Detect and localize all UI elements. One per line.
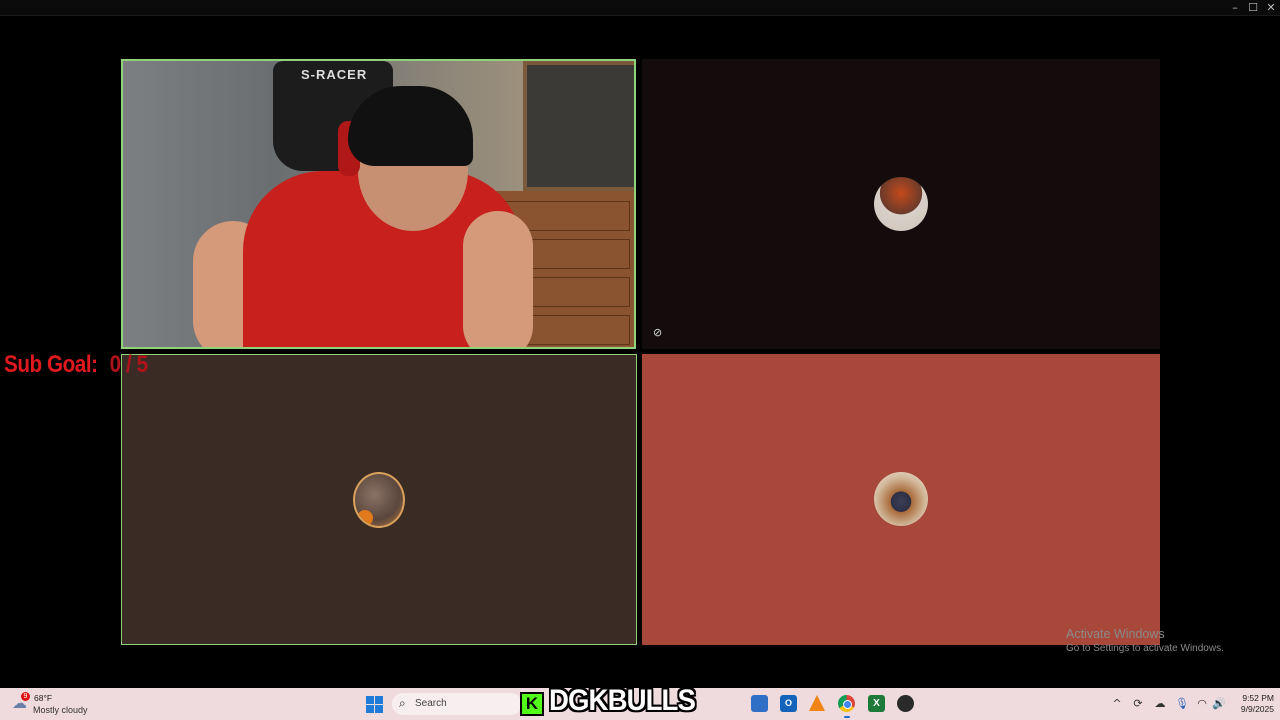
sub-goal-value: 0 / 5 <box>109 351 148 378</box>
sub-goal-overlay: Sub Goal: 0 / 5 <box>4 350 148 380</box>
maximize-icon[interactable]: ☐ <box>1244 1 1262 15</box>
activate-windows-subtitle: Go to Settings to activate Windows. <box>1066 643 1224 654</box>
baseball-cap <box>348 86 473 166</box>
clock-time: 9:52 PM <box>1242 693 1274 703</box>
video-tile-camera[interactable]: S-RACER <box>121 59 636 349</box>
kick-logo-icon: K <box>520 692 544 716</box>
obs-icon[interactable] <box>897 695 914 712</box>
outlook-icon[interactable]: O <box>780 695 797 712</box>
window-title-bar: – ☐ ✕ <box>0 0 1280 16</box>
chair-brand-text: S-RACER <box>301 67 368 82</box>
wifi-icon[interactable]: ◠ <box>1195 694 1209 714</box>
close-icon[interactable]: ✕ <box>1262 1 1280 15</box>
search-placeholder: Search <box>415 698 447 709</box>
basketball-icon <box>357 510 373 526</box>
windows-logo-pane <box>375 696 383 704</box>
participant-avatar <box>874 177 928 231</box>
active-app-indicator <box>844 716 850 718</box>
windows-logo-pane <box>366 705 374 713</box>
screen: – ☐ ✕ S-RACER ⊘ Sub Goal: 0 / 5 Activate… <box>0 0 1280 720</box>
activate-windows-watermark: Activate Windows Go to Settings to activ… <box>1066 626 1224 656</box>
chevron-up-icon[interactable]: ^ <box>1111 694 1123 714</box>
microphone-icon[interactable]: 🎙 <box>1175 694 1189 714</box>
onedrive-icon[interactable]: ☁ <box>1153 694 1167 714</box>
taskbar-clock[interactable]: 9:52 PM 9/9/2025 <box>1232 693 1274 715</box>
participant-avatar <box>874 472 928 526</box>
windows-logo-pane <box>375 705 383 713</box>
video-tile-participant-3[interactable] <box>121 354 637 645</box>
sync-icon[interactable]: ⟳ <box>1131 694 1145 714</box>
webcam-mirror <box>523 61 634 191</box>
volume-icon[interactable]: 🔊 <box>1212 694 1226 714</box>
windows-logo-pane <box>366 696 374 704</box>
chrome-icon[interactable] <box>838 695 855 712</box>
minimize-icon[interactable]: – <box>1226 1 1244 15</box>
muted-icon: ⊘ <box>653 326 663 339</box>
video-tile-participant-2[interactable] <box>642 59 1160 349</box>
weather-temperature: 68°F <box>34 693 53 703</box>
participant-avatar <box>353 472 405 528</box>
microsoft-store-icon[interactable] <box>751 695 768 712</box>
vlc-icon[interactable] <box>809 695 825 711</box>
xbox-icon[interactable]: X <box>868 695 885 712</box>
start-button[interactable] <box>366 696 383 713</box>
weather-condition: Mostly cloudy <box>33 705 88 715</box>
video-tile-participant-4[interactable] <box>642 354 1160 645</box>
taskbar-search-box[interactable]: ⌕ Search <box>392 693 522 715</box>
streamer-arm <box>463 211 533 347</box>
clock-date: 9/9/2025 <box>1240 704 1274 714</box>
notification-badge: 9 <box>21 692 30 701</box>
search-icon: ⌕ <box>399 696 406 710</box>
sub-goal-label: Sub Goal: <box>4 351 98 378</box>
activate-windows-title: Activate Windows <box>1066 627 1165 641</box>
channel-name-overlay: DGKBULLS <box>549 684 696 717</box>
